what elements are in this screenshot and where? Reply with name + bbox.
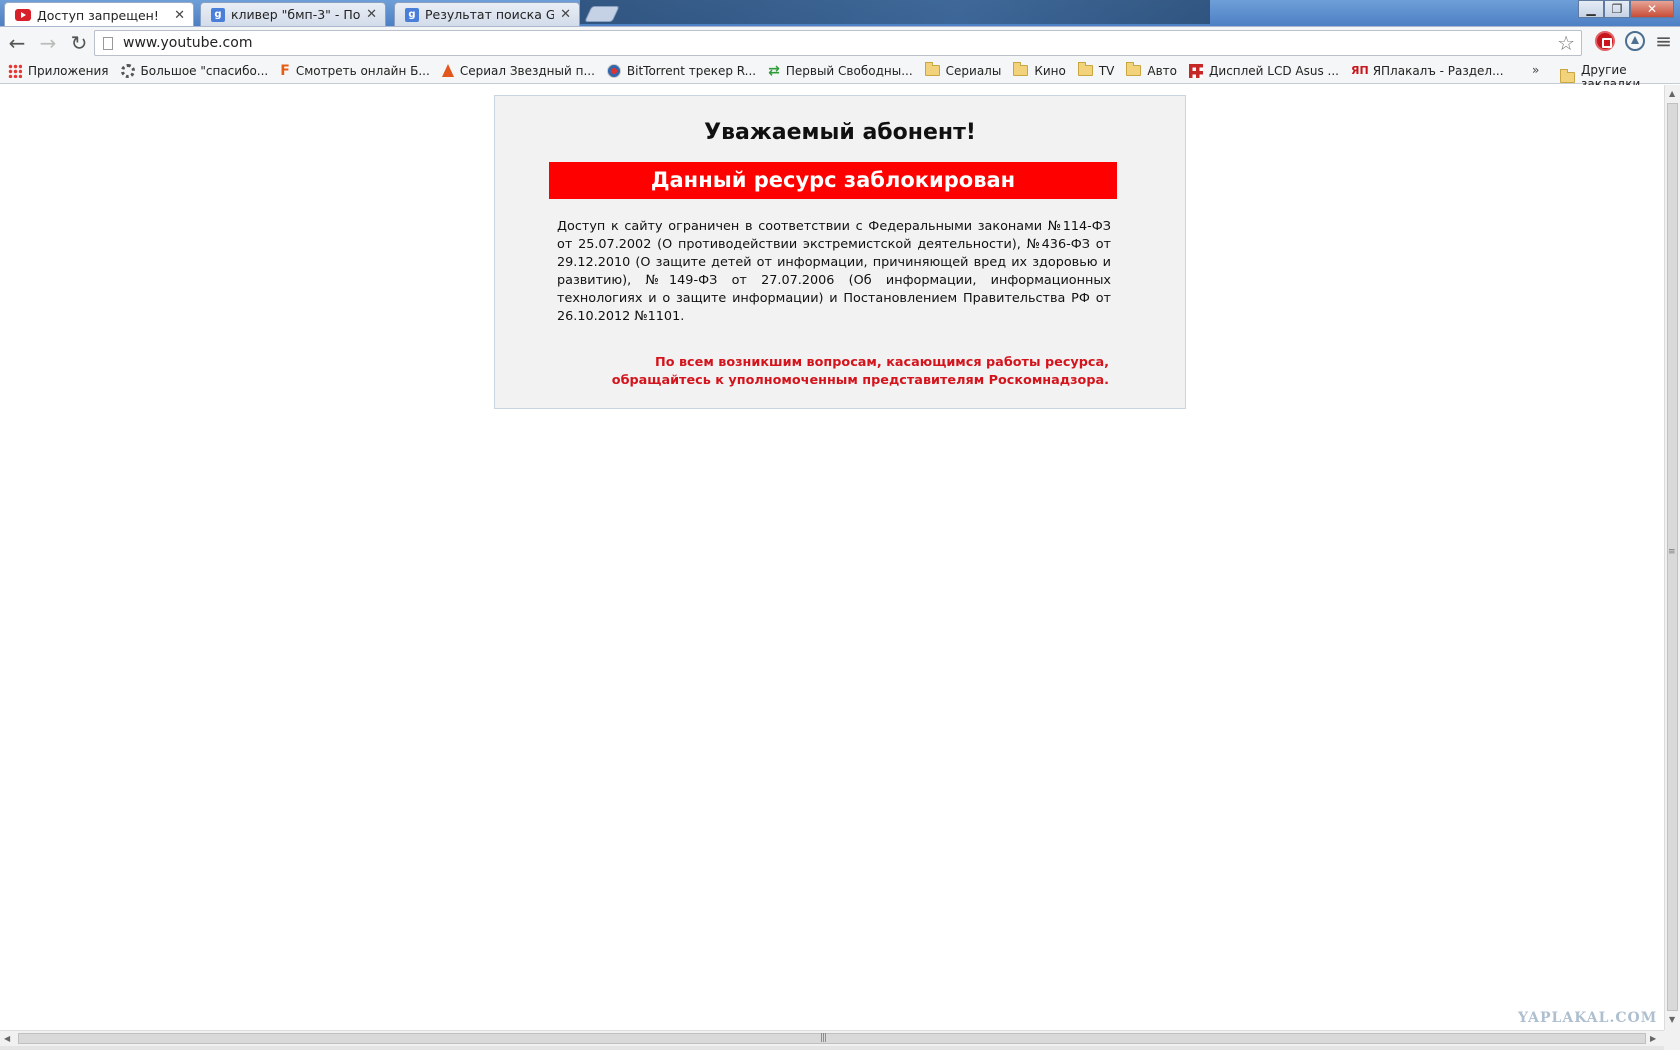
page-title: Уважаемый абонент! bbox=[704, 120, 976, 145]
scroll-left-arrow-icon[interactable]: ◀ bbox=[4, 1034, 10, 1043]
bookmark-label: ЯПлакалъ - Раздел... bbox=[1372, 63, 1504, 78]
extension-icon[interactable] bbox=[1625, 31, 1646, 51]
folder-icon bbox=[1077, 62, 1093, 76]
gear-bookmark-icon bbox=[120, 63, 135, 78]
scroll-grip-icon: ||| bbox=[820, 1033, 827, 1043]
bookmark-label: Большое "спасибо... bbox=[140, 63, 269, 78]
tab-close-icon[interactable]: ✕ bbox=[174, 8, 185, 23]
scroll-grip-icon: ≡ bbox=[1668, 547, 1676, 557]
tab-google-results[interactable]: g Результат поиска Google ✕ bbox=[394, 2, 580, 26]
scroll-down-arrow-icon[interactable]: ▼ bbox=[1669, 1015, 1675, 1024]
extension-area: ≡ bbox=[1595, 31, 1672, 51]
forward-icon[interactable]: → bbox=[34, 29, 62, 57]
tab-title: Доступ запрещен! bbox=[37, 7, 159, 23]
vertical-scrollbar[interactable]: ▲ ≡ ▼ bbox=[1664, 85, 1680, 1030]
contact-line: По всем возникшим вопросам, касающимся р… bbox=[655, 355, 1109, 370]
tab-title: Результат поиска Google bbox=[425, 7, 555, 22]
bookmark-folder-series[interactable]: Сериалы bbox=[924, 62, 1002, 78]
horizontal-scrollbar[interactable]: ◀ ||| ▶ bbox=[0, 1030, 1664, 1046]
bookmark-label: Кино bbox=[1034, 63, 1066, 78]
horizontal-scroll-thumb[interactable] bbox=[18, 1033, 1646, 1044]
bookmark-folder-auto[interactable]: Авто bbox=[1126, 62, 1178, 78]
bookmark-label: Сериал Звездный п... bbox=[459, 63, 595, 78]
bookmark-star-icon[interactable]: ☆ bbox=[1557, 31, 1575, 55]
contact-notice: По всем возникшим вопросам, касающимся р… bbox=[609, 354, 1109, 390]
tab-strip: Доступ запрещен! ✕ g кливер "бмп-3" - По… bbox=[0, 0, 1680, 26]
bird-icon bbox=[441, 64, 454, 77]
scroll-right-arrow-icon[interactable]: ▶ bbox=[1650, 1034, 1656, 1043]
bookmark-label: Дисплей LCD Asus ... bbox=[1209, 63, 1339, 78]
back-icon[interactable]: ← bbox=[3, 29, 31, 57]
reload-icon[interactable]: ↻ bbox=[65, 29, 93, 57]
google-favicon-icon: g bbox=[405, 7, 419, 22]
blocked-banner: Данный ресурс заблокирован bbox=[549, 162, 1117, 199]
page-viewport: Уважаемый абонент! Данный ресурс заблоки… bbox=[0, 85, 1664, 1030]
google-favicon-icon: g bbox=[211, 7, 225, 22]
bottom-strip bbox=[0, 1046, 1664, 1050]
bookmark-item[interactable]: Сериал Звездный п... bbox=[441, 63, 595, 78]
bookmarks-bar: Приложения Большое "спасибо... F Смотрет… bbox=[0, 58, 1680, 91]
folder-icon bbox=[1560, 68, 1575, 83]
display-icon bbox=[1189, 63, 1204, 78]
torrent-icon bbox=[606, 63, 621, 78]
bookmark-folder-tv[interactable]: TV bbox=[1077, 62, 1115, 78]
folder-icon bbox=[1126, 62, 1142, 76]
tab-close-icon[interactable]: ✕ bbox=[366, 7, 377, 22]
yap-icon: ЯП bbox=[1351, 64, 1369, 77]
folder-icon bbox=[1013, 62, 1029, 76]
contact-line: обращайтесь к уполномоченным представите… bbox=[611, 373, 1109, 388]
bookmark-label: Авто bbox=[1147, 63, 1178, 78]
bookmark-item[interactable]: ЯП ЯПлакалъ - Раздел... bbox=[1351, 64, 1504, 78]
bookmark-label: Первый Свободны... bbox=[785, 63, 913, 78]
site-watermark: YAPLAKAL.COM bbox=[1518, 1010, 1658, 1026]
bookmark-item[interactable]: Дисплей LCD Asus ... bbox=[1189, 63, 1339, 78]
blurred-background bbox=[580, 0, 1210, 24]
tab-title: кливер "бмп-3" - Поиск bbox=[231, 7, 361, 22]
arrow-logo-icon: ⇄ bbox=[768, 62, 780, 79]
adblock-icon[interactable] bbox=[1595, 31, 1616, 51]
bookmark-item[interactable]: ⇄ Первый Свободны... bbox=[768, 63, 913, 79]
bookmark-label: BitTorrent трекер R... bbox=[626, 63, 757, 78]
bookmark-apps[interactable]: Приложения bbox=[8, 63, 109, 78]
scroll-up-arrow-icon[interactable]: ▲ bbox=[1669, 89, 1675, 98]
address-bar-url[interactable]: www.youtube.com bbox=[123, 35, 1557, 51]
bookmark-item[interactable]: BitTorrent трекер R... bbox=[606, 63, 757, 78]
window-close-icon[interactable]: ✕ bbox=[1630, 0, 1674, 18]
tab-close-icon[interactable]: ✕ bbox=[560, 7, 571, 22]
tab-search[interactable]: g кливер "бмп-3" - Поиск ✕ bbox=[200, 2, 386, 26]
bookmark-label: Приложения bbox=[28, 63, 109, 78]
scrollbar-corner bbox=[1664, 1030, 1680, 1050]
address-bar[interactable]: www.youtube.com ☆ bbox=[94, 30, 1582, 56]
bookmark-item[interactable]: F Смотреть онлайн Б... bbox=[280, 63, 430, 79]
restore-icon[interactable]: ❐ bbox=[1604, 0, 1630, 18]
apps-grid-icon bbox=[8, 63, 22, 78]
block-notice-card: Уважаемый абонент! Данный ресурс заблоки… bbox=[494, 95, 1186, 409]
bookmark-label: Смотреть онлайн Б... bbox=[295, 63, 430, 78]
browser-toolbar: ← → ↻ www.youtube.com ☆ ≡ bbox=[0, 26, 1680, 58]
youtube-favicon-icon bbox=[15, 9, 31, 21]
menu-icon[interactable]: ≡ bbox=[1655, 31, 1672, 51]
window-controls: ▁ ❐ ✕ bbox=[1578, 0, 1674, 18]
bookmark-label: Сериалы bbox=[945, 63, 1002, 78]
minimize-icon[interactable]: ▁ bbox=[1578, 0, 1604, 18]
bookmarks-overflow-chevron-icon[interactable]: » bbox=[1532, 63, 1539, 77]
tab-blocked-page[interactable]: Доступ запрещен! ✕ bbox=[4, 2, 194, 26]
bookmark-item[interactable]: Большое "спасибо... bbox=[120, 63, 269, 78]
page-icon bbox=[103, 36, 113, 50]
folder-icon bbox=[924, 62, 940, 76]
bookmark-folder-movies[interactable]: Кино bbox=[1013, 62, 1066, 78]
legal-notice-text: Доступ к сайту ограничен в соответствии … bbox=[557, 219, 1111, 324]
vertical-scroll-thumb[interactable] bbox=[1667, 103, 1678, 1011]
f-logo-icon: F bbox=[280, 62, 290, 79]
bookmark-label: TV bbox=[1098, 63, 1115, 78]
